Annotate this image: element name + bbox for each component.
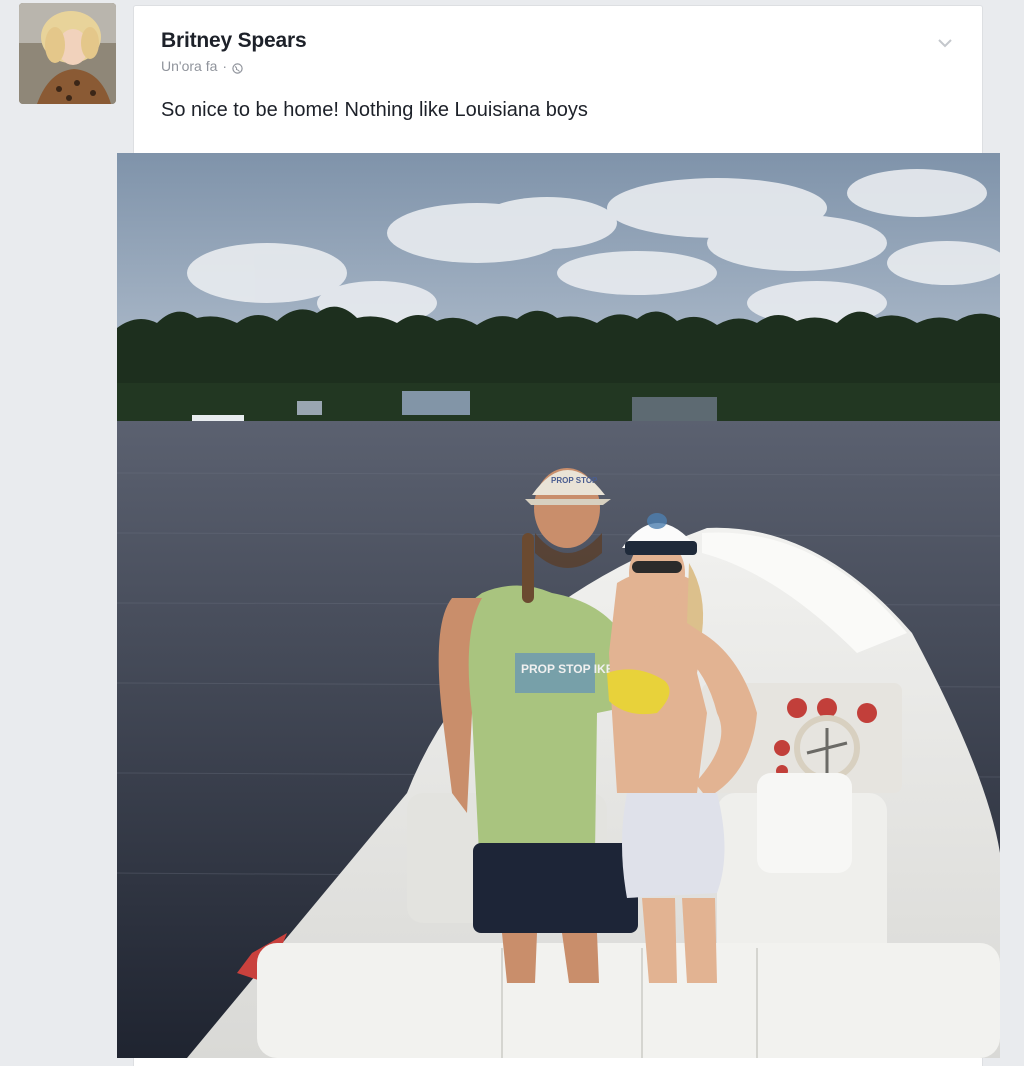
post-meta: Un'ora fa · [161, 58, 243, 74]
post-text: So nice to be home! Nothing like Louisia… [161, 99, 588, 121]
meta-separator: · [222, 58, 228, 74]
shirt-text: PROP STOP IKE [521, 662, 614, 676]
timestamp[interactable]: Un'ora fa [161, 58, 217, 74]
post-photo[interactable]: PROP STOP IKE PROP STOP [117, 153, 1000, 1058]
hat-text: PROP STOP [551, 476, 598, 485]
feed: Britney Spears Un'ora fa · So nice to be… [0, 0, 1024, 1066]
chevron-down-icon[interactable] [936, 36, 954, 48]
avatar[interactable] [19, 3, 116, 104]
author-name[interactable]: Britney Spears [161, 29, 307, 53]
globe-icon [232, 61, 243, 74]
